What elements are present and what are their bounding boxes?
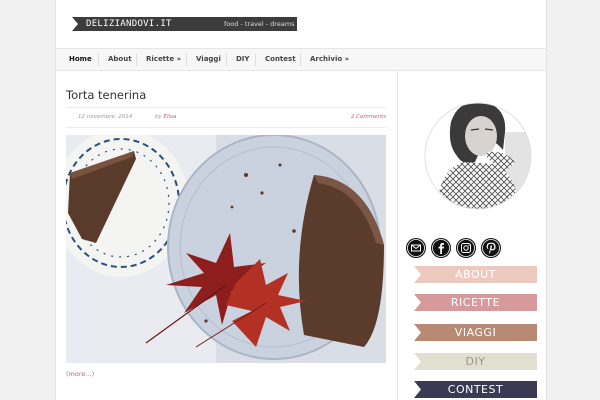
- instagram-icon[interactable]: [456, 238, 476, 258]
- post-title[interactable]: Torta tenerina: [66, 88, 146, 102]
- logo-text: DELIZIANDOVI.IT: [86, 19, 172, 29]
- post-date: 12 novembre, 2014: [78, 114, 133, 120]
- nav-divider: [300, 53, 301, 66]
- banner-diy[interactable]: DIY: [414, 353, 537, 370]
- nav-divider: [98, 53, 99, 66]
- banner-viaggi-label: VIAGGI: [454, 326, 497, 339]
- facebook-icon[interactable]: [431, 238, 451, 258]
- banner-viaggi[interactable]: VIAGGI: [414, 324, 537, 341]
- banner-about-label: ABOUT: [455, 268, 496, 281]
- divider: [66, 127, 386, 128]
- divider: [66, 107, 386, 108]
- nav-item-contest[interactable]: Contest: [265, 54, 296, 64]
- post-photo[interactable]: [56, 129, 386, 363]
- read-more-link[interactable]: (more...): [66, 370, 94, 379]
- nav-item-about[interactable]: About: [108, 54, 132, 64]
- pinterest-icon[interactable]: [481, 238, 501, 258]
- comments-link[interactable]: 2 Comments: [351, 113, 386, 121]
- email-icon[interactable]: [406, 238, 426, 258]
- page-container: DELIZIANDOVI.IT food - travel - dreams H…: [55, 0, 547, 400]
- banner-about[interactable]: ABOUT: [414, 266, 537, 283]
- banner-contest[interactable]: CONTEST: [414, 381, 537, 398]
- nav-item-ricette[interactable]: Ricette »: [146, 54, 181, 64]
- site-logo[interactable]: DELIZIANDOVI.IT food - travel - dreams: [72, 17, 297, 31]
- nav-divider: [255, 53, 256, 66]
- banner-ricette[interactable]: RICETTE: [414, 294, 537, 311]
- sidebar-divider: [397, 70, 398, 400]
- nav-item-viaggi[interactable]: Viaggi: [196, 54, 221, 64]
- banner-ricette-label: RICETTE: [450, 296, 501, 309]
- nav-divider: [136, 53, 137, 66]
- nav-divider: [226, 53, 227, 66]
- author-avatar: [423, 92, 533, 220]
- nav-item-home[interactable]: Home: [69, 54, 92, 64]
- post-author-link[interactable]: Elisa: [164, 114, 177, 120]
- logo-tagline: food - travel - dreams: [224, 20, 295, 28]
- banner-contest-label: CONTEST: [447, 383, 504, 396]
- byline-prefix: by: [155, 114, 162, 120]
- banner-diy-label: DIY: [465, 355, 486, 368]
- post-byline: by Elisa: [155, 113, 176, 121]
- nav-item-diy[interactable]: DIY: [236, 54, 249, 64]
- main-nav: Home About Ricette » Viaggi DIY Contest …: [56, 48, 546, 71]
- nav-item-archivio[interactable]: Archivio »: [310, 54, 349, 64]
- nav-divider: [186, 53, 187, 66]
